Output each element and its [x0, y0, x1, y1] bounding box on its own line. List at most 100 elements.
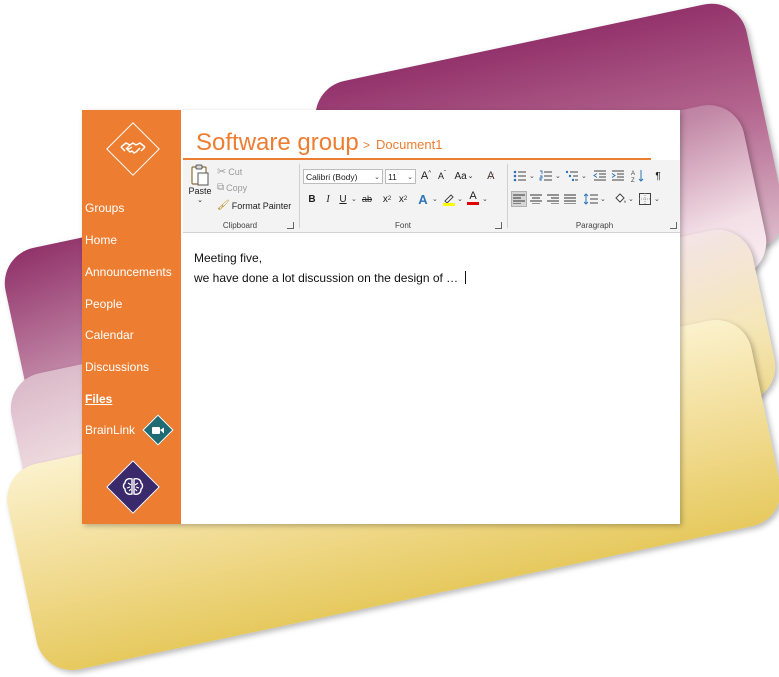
copy-label: Copy — [226, 182, 248, 193]
brainlink-video-button[interactable] — [142, 414, 174, 446]
document-line: Meeting five, — [194, 251, 263, 265]
font-group: Calibri (Body) ⌄ 11 ⌄ A^ Aˇ Aa ⌄ A∕ B I … — [301, 160, 505, 232]
text-effects-button[interactable]: A — [415, 191, 431, 207]
ribbon-separator — [507, 164, 508, 228]
justify-button[interactable] — [562, 191, 578, 207]
underline-button[interactable]: U — [335, 191, 351, 207]
highlighter-icon — [443, 194, 455, 206]
multilevel-list-button[interactable] — [564, 168, 580, 184]
align-left-icon — [513, 194, 525, 204]
font-launcher-icon[interactable] — [495, 222, 502, 229]
chevron-down-icon[interactable]: ⌄ — [351, 195, 357, 203]
format-painter-label: Format Painter — [231, 200, 292, 211]
sidebar-item-home[interactable]: Home — [85, 233, 117, 247]
clear-formatting-button[interactable]: A∕ — [482, 168, 498, 184]
borders-button[interactable] — [637, 191, 653, 207]
highlight-color-button[interactable] — [441, 191, 457, 207]
show-formatting-button[interactable]: ¶ — [650, 168, 666, 184]
chevron-down-icon[interactable]: ⌄ — [432, 195, 438, 203]
change-case-button[interactable]: Aa ⌄ — [453, 168, 475, 184]
chevron-down-icon: ⌄ — [197, 197, 203, 204]
sidebar-item-groups[interactable]: Groups — [85, 201, 124, 215]
shrink-font-icon: Aˇ — [437, 171, 446, 181]
ribbon: Paste ⌄ ✂ Cut ⧉ Copy 🖌 Format Painter Cl… — [183, 160, 680, 233]
grow-font-icon: A^ — [420, 170, 432, 182]
document-line: we have done a lot discussion on the des… — [194, 271, 462, 285]
clipboard-icon — [191, 164, 209, 186]
subscript-button[interactable]: x2 — [379, 191, 395, 207]
strikethrough-button[interactable]: ab — [359, 191, 375, 207]
format-painter-button[interactable]: 🖌 Format Painter — [217, 200, 291, 211]
cut-label: Cut — [228, 166, 243, 177]
align-center-button[interactable] — [528, 191, 544, 207]
paintbrush-icon: 🖌 — [217, 200, 230, 211]
sidebar-item-people[interactable]: People — [85, 297, 122, 311]
justify-icon — [564, 194, 576, 204]
numbered-list-icon — [539, 170, 552, 181]
numbering-button[interactable] — [538, 168, 554, 184]
brain-logo[interactable] — [106, 460, 160, 514]
scissors-icon: ✂ — [217, 166, 227, 178]
decrease-indent-button[interactable] — [592, 168, 608, 184]
text-cursor — [464, 271, 466, 284]
align-right-button[interactable] — [545, 191, 561, 207]
superscript-button[interactable]: x2 — [395, 191, 411, 207]
chevron-down-icon[interactable]: ⌄ — [555, 172, 561, 180]
paste-label: Paste — [188, 186, 212, 196]
clipboard-launcher-icon[interactable] — [287, 222, 294, 229]
paste-button[interactable]: Paste ⌄ — [187, 164, 213, 204]
sidebar-item-brainlink[interactable]: BrainLink — [85, 423, 135, 437]
clear-formatting-icon: A∕ — [487, 170, 495, 182]
shading-button[interactable] — [612, 191, 628, 207]
cut-button[interactable]: ✂ Cut — [217, 165, 242, 178]
font-color-label: A — [469, 190, 477, 202]
document-line-with-cursor: we have done a lot discussion on the des… — [194, 268, 466, 288]
chevron-down-icon: ⌄ — [467, 173, 474, 180]
chevron-down-icon[interactable]: ⌄ — [600, 195, 606, 203]
chevron-down-icon[interactable]: ⌄ — [529, 172, 535, 180]
sidebar-item-discussions[interactable]: Discussions — [85, 360, 149, 374]
sidebar-item-calendar[interactable]: Calendar — [85, 328, 134, 342]
increase-indent-button[interactable] — [610, 168, 626, 184]
brain-icon — [122, 478, 144, 495]
increase-indent-icon — [611, 170, 624, 181]
chevron-down-icon: ⌄ — [407, 173, 413, 181]
font-size-value: 11 — [388, 171, 397, 182]
chevron-down-icon[interactable]: ⌄ — [482, 195, 488, 203]
paragraph-launcher-icon[interactable] — [670, 222, 677, 229]
font-size-select[interactable]: 11 ⌄ — [385, 169, 416, 184]
bold-button[interactable]: B — [304, 191, 320, 207]
copy-icon: ⧉ — [217, 182, 225, 193]
grow-font-button[interactable]: A^ — [418, 168, 434, 184]
italic-button[interactable]: I — [320, 191, 336, 207]
sidebar-item-announcements[interactable]: Announcements — [85, 265, 172, 279]
align-left-button[interactable] — [511, 191, 527, 207]
paragraph-group: ⌄ ⌄ ⌄ A Z ¶ ⌄ ⌄ ⌄ Paragraph — [509, 160, 680, 232]
line-spacing-icon — [584, 193, 598, 205]
breadcrumb-separator: > — [363, 138, 371, 152]
ribbon-separator — [299, 164, 300, 228]
breadcrumb-document[interactable]: Document1 — [376, 137, 442, 152]
svg-text:Z: Z — [631, 178, 635, 183]
chevron-down-icon[interactable]: ⌄ — [457, 195, 463, 203]
app-window: Groups Home Announcements People Calenda… — [82, 110, 680, 524]
sort-button[interactable]: A Z — [630, 168, 646, 184]
clipboard-group: Paste ⌄ ✂ Cut ⧉ Copy 🖌 Format Painter Cl… — [183, 160, 297, 232]
chevron-down-icon[interactable]: ⌄ — [581, 172, 587, 180]
font-color-button[interactable]: A — [465, 190, 481, 206]
chevron-down-icon[interactable]: ⌄ — [628, 195, 634, 203]
line-spacing-button[interactable] — [583, 191, 599, 207]
sidebar-item-files[interactable]: Files — [85, 392, 112, 406]
page-title: Software group — [196, 129, 359, 156]
handshake-logo[interactable] — [106, 122, 160, 176]
copy-button[interactable]: ⧉ Copy — [217, 182, 247, 193]
chevron-down-icon[interactable]: ⌄ — [654, 195, 660, 203]
video-camera-icon — [152, 426, 164, 434]
shrink-font-button[interactable]: Aˇ — [434, 168, 450, 184]
borders-icon — [639, 193, 651, 205]
chevron-down-icon: ⌄ — [374, 173, 380, 181]
bullets-button[interactable] — [512, 168, 528, 184]
font-name-select[interactable]: Calibri (Body) ⌄ — [303, 169, 383, 184]
document-editor[interactable]: Meeting five, we have done a lot discuss… — [194, 248, 466, 288]
bullet-list-icon — [513, 170, 526, 182]
